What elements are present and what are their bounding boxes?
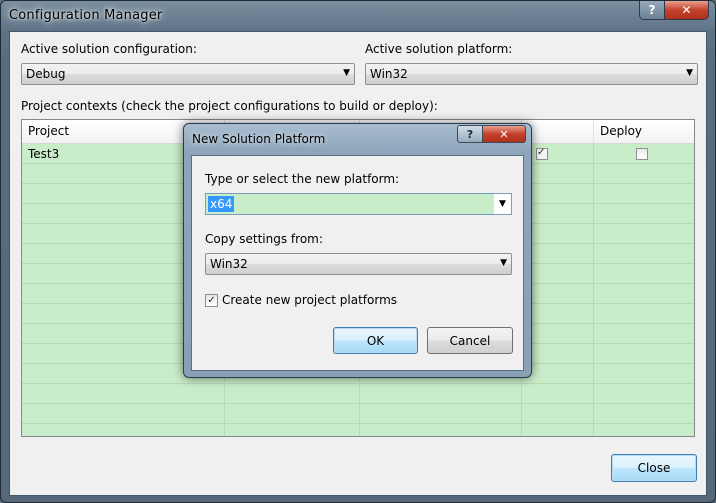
- active-config-select[interactable]: Debug ▼: [21, 63, 355, 85]
- column-header-build[interactable]: [522, 120, 594, 143]
- build-checkbox[interactable]: ✓: [536, 147, 548, 160]
- chevron-down-icon: ▼: [500, 258, 507, 268]
- platform-input[interactable]: x64: [208, 196, 235, 212]
- copy-settings-label: Copy settings from:: [205, 232, 323, 246]
- help-icon: ?: [466, 127, 474, 141]
- check-icon: ✓: [537, 147, 546, 158]
- project-contexts-label: Project contexts (check the project conf…: [21, 99, 438, 113]
- check-icon: ✓: [207, 295, 216, 306]
- dialog-close-button[interactable]: ✕: [483, 125, 526, 143]
- close-icon: ✕: [499, 127, 509, 141]
- active-platform-value: Win32: [370, 67, 408, 81]
- column-header-deploy[interactable]: Deploy: [594, 120, 694, 143]
- help-button[interactable]: ?: [639, 1, 665, 20]
- close-window-button[interactable]: ✕: [665, 1, 709, 20]
- copy-settings-value: Win32: [210, 257, 248, 271]
- chevron-down-icon[interactable]: ▼: [494, 194, 511, 214]
- close-button[interactable]: Close: [611, 454, 697, 482]
- dialog-title: New Solution Platform: [192, 132, 326, 146]
- table-row: [22, 404, 694, 424]
- create-project-platforms-checkbox[interactable]: ✓: [205, 294, 218, 307]
- chevron-down-icon: ▼: [686, 68, 693, 78]
- new-solution-platform-dialog: New Solution Platform ? ✕ Type or select…: [183, 123, 532, 378]
- active-config-value: Debug: [26, 67, 66, 81]
- ok-button[interactable]: OK: [333, 327, 418, 354]
- chevron-down-icon: ▼: [343, 68, 350, 78]
- active-platform-select[interactable]: Win32 ▼: [365, 63, 698, 85]
- platform-combo[interactable]: x64 ▼: [205, 193, 512, 215]
- dialog-caption-buttons: ? ✕: [457, 125, 526, 143]
- close-icon: ✕: [681, 3, 692, 17]
- dialog-client-area: Type or select the new platform: x64 ▼ C…: [191, 155, 524, 371]
- help-icon: ?: [648, 3, 656, 17]
- title-bar[interactable]: Configuration Manager ? ✕: [1, 1, 715, 31]
- create-project-platforms-label[interactable]: Create new project platforms: [222, 293, 397, 307]
- platform-label: Type or select the new platform:: [205, 172, 400, 186]
- active-config-label: Active solution configuration:: [21, 42, 197, 56]
- active-platform-label: Active solution platform:: [365, 42, 513, 56]
- dialog-help-button[interactable]: ?: [457, 125, 483, 143]
- copy-settings-select[interactable]: Win32 ▼: [205, 253, 512, 275]
- caption-buttons: ? ✕: [639, 1, 709, 21]
- cancel-button[interactable]: Cancel: [427, 327, 513, 354]
- window-title: Configuration Manager: [9, 8, 163, 23]
- deploy-checkbox[interactable]: [636, 148, 648, 160]
- project-name: Test3: [28, 147, 60, 161]
- table-row: [22, 384, 694, 404]
